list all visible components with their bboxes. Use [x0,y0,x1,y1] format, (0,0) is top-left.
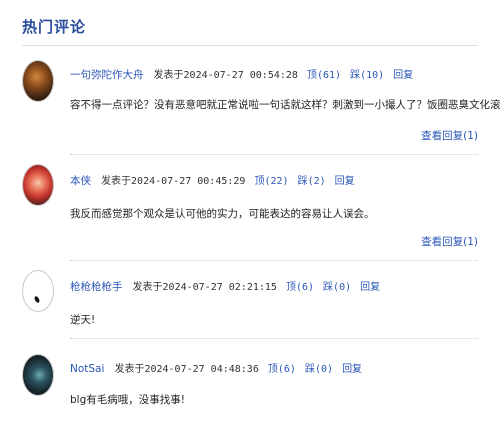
comment-item: 枪枪枪枪手 发表于2024-07-27 02:21:15 顶(6) 踩(0) 回… [22,266,478,339]
downvote-link[interactable]: 踩(10) [350,70,384,81]
upvote-label: 顶 [267,364,278,375]
downvote-count: (2) [307,176,326,187]
posted-label: 发表于 [114,364,145,375]
upvote-count: (6) [277,364,296,375]
avatar-mark [33,295,41,304]
upvote-label: 顶 [285,282,296,293]
upvote-count: (6) [295,282,315,293]
posted-label: 发表于 [132,282,163,293]
comment-divider [70,260,478,261]
upvote-link[interactable]: 顶(61) [307,70,341,81]
downvote-label: 踩 [350,70,361,81]
comment-text: blg有毛病哦，没事找事! [70,394,185,406]
username-link[interactable]: 枪枪枪枪手 [70,281,123,293]
downvote-count: (0) [333,282,352,293]
downvote-link[interactable]: 踩(2) [298,176,326,187]
downvote-link[interactable]: 踩(0) [305,364,333,375]
posted-label: 发表于 [101,176,132,187]
upvote-link[interactable]: 顶(6) [286,282,314,293]
username-link[interactable]: 本侠 [70,175,91,187]
reply-link[interactable]: 回复 [360,282,380,293]
downvote-label: 踩 [304,364,315,375]
comment-item: 一句弥陀作大舟 发表于2024-07-27 00:54:28 顶(61) 踩(1… [22,56,500,156]
comment-divider [70,338,478,339]
post-time: 2024-07-27 00:45:29 [131,176,246,187]
upvote-link[interactable]: 顶(6) [268,364,296,375]
section-title: 热门评论 [22,18,87,36]
upvote-link[interactable]: 顶(22) [254,176,288,187]
reply-link[interactable]: 回复 [335,176,355,187]
avatar[interactable] [22,164,54,206]
upvote-label: 顶 [254,176,265,187]
downvote-label: 踩 [297,176,308,187]
reply-link[interactable]: 回复 [342,364,362,375]
username-link[interactable]: 一句弥陀作大舟 [70,69,144,81]
comment-item: NotSai 发表于2024-07-27 04:48:36 顶(6) 踩(0) … [22,350,478,420]
view-replies-link[interactable]: 查看回复(1) [421,234,478,249]
reply-link[interactable]: 回复 [393,70,413,81]
comment-divider [70,154,478,155]
avatar[interactable] [22,270,54,312]
upvote-count: (61) [316,70,342,81]
upvote-count: (22) [264,176,289,187]
downvote-label: 踩 [323,282,334,293]
avatar[interactable] [22,354,54,396]
comment-text: 我反而感觉那个观众是认可他的实力，可能表达的容易让人误会。 [70,208,375,220]
post-time: 2024-07-27 02:21:15 [162,282,277,293]
comment-item: 本侠 发表于2024-07-27 00:45:29 顶(22) 踩(2) 回复 … [22,160,478,261]
downvote-link[interactable]: 踩(0) [323,282,351,293]
comment-text: 逆天! [70,314,96,326]
title-divider [22,45,478,46]
post-time: 2024-07-27 00:54:28 [183,70,298,81]
post-time: 2024-07-27 04:48:36 [144,364,259,375]
downvote-count: (0) [314,364,334,375]
view-replies-link[interactable]: 查看回复(1) [421,128,478,143]
posted-label: 发表于 [153,70,184,81]
comment-text: 容不得一点评论？没有恶意吧就正常说啦一句话就这样？刺激到一小撮人了？饭圈恶臭文化… [70,99,500,111]
upvote-label: 顶 [306,70,317,81]
username-link[interactable]: NotSai [70,363,104,375]
downvote-count: (10) [360,70,385,81]
avatar[interactable] [22,60,54,102]
